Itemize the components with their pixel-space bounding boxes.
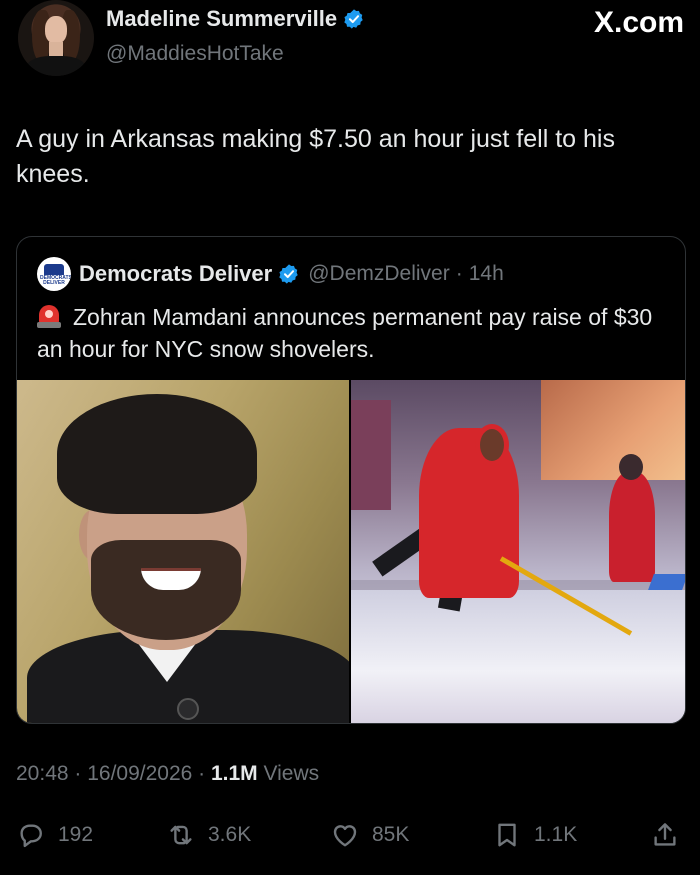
reply-count: 192 xyxy=(58,823,94,846)
quoted-tweet-age[interactable]: 14h xyxy=(469,262,504,286)
quoted-tweet[interactable]: DEMOCRATS DELIVER Democrats Deliver @Dem… xyxy=(16,236,686,724)
photo-snow-shovelers[interactable] xyxy=(351,380,685,723)
democrats-deliver-logo-icon xyxy=(44,264,64,275)
quoted-author-name[interactable]: Democrats Deliver xyxy=(79,261,272,287)
quoted-tweet-media xyxy=(17,380,685,723)
like-count: 85K xyxy=(372,823,410,846)
blue-shovel xyxy=(648,574,685,590)
tweet-meta: 20:48 · 16/09/2026 · 1.1M Views xyxy=(16,762,319,786)
times-square-billboard xyxy=(541,380,685,480)
views-count[interactable]: 1.1M xyxy=(211,762,258,785)
quoted-tweet-body: Zohran Mamdani announces permanent pay r… xyxy=(37,304,653,362)
portrait-beard xyxy=(91,540,241,640)
reply-icon xyxy=(20,824,42,848)
bookmark-count: 1.1K xyxy=(534,823,578,846)
police-light-icon xyxy=(37,303,61,329)
avatar-dress xyxy=(26,56,86,76)
portrait-hair xyxy=(57,394,257,514)
bookmark-icon xyxy=(498,823,516,847)
worker-red-suit xyxy=(609,472,655,582)
repost-count: 3.6K xyxy=(208,823,252,846)
logo-text: DEMOCRATS DELIVER xyxy=(40,275,71,286)
worker-head xyxy=(619,454,643,480)
quoted-tweet-text: Zohran Mamdani announces permanent pay r… xyxy=(37,301,672,365)
reply-button[interactable]: 192 xyxy=(16,815,93,855)
avatar-face xyxy=(45,16,67,44)
share-icon xyxy=(654,823,676,846)
share-button[interactable] xyxy=(650,815,680,855)
author-handle[interactable]: @MaddiesHotTake xyxy=(106,42,284,66)
siren-base xyxy=(37,322,61,328)
quoted-tweet-header: DEMOCRATS DELIVER Democrats Deliver @Dem… xyxy=(37,257,504,291)
like-button[interactable]: 85K xyxy=(330,815,409,855)
bookmark-button[interactable]: 1.1K xyxy=(492,815,577,855)
siren-glow xyxy=(45,310,53,318)
tweet-timestamp[interactable]: 20:48 · 16/09/2026 · xyxy=(16,762,211,785)
quoted-author-handle[interactable]: @DemzDeliver xyxy=(308,262,450,286)
views-label: Views xyxy=(257,762,320,785)
snow-ground xyxy=(351,590,685,723)
author-name-row: Madeline Summerville xyxy=(106,6,365,32)
verified-badge-icon xyxy=(279,264,298,284)
photo-mamdani-portrait[interactable] xyxy=(17,380,349,723)
author-avatar[interactable] xyxy=(18,0,94,76)
repost-icon xyxy=(170,825,192,845)
separator-dot: · xyxy=(455,262,463,285)
quoted-author-avatar[interactable]: DEMOCRATS DELIVER xyxy=(37,257,71,291)
repost-button[interactable]: 3.6K xyxy=(166,815,251,855)
author-name[interactable]: Madeline Summerville xyxy=(106,6,337,32)
tweet-text: A guy in Arkansas making $7.50 an hour j… xyxy=(16,125,615,188)
heart-icon xyxy=(333,825,357,847)
tweet-actions: 192 3.6K 85K 1.1K xyxy=(16,815,684,855)
tweet-header: Madeline Summerville @MaddiesHotTake X.c… xyxy=(16,0,684,80)
worker-head xyxy=(475,424,509,466)
verified-badge-icon xyxy=(344,9,363,29)
times-square-billboard-left xyxy=(351,400,391,510)
portrait-coat-button xyxy=(177,698,199,720)
brand-watermark: X.com xyxy=(593,6,684,39)
